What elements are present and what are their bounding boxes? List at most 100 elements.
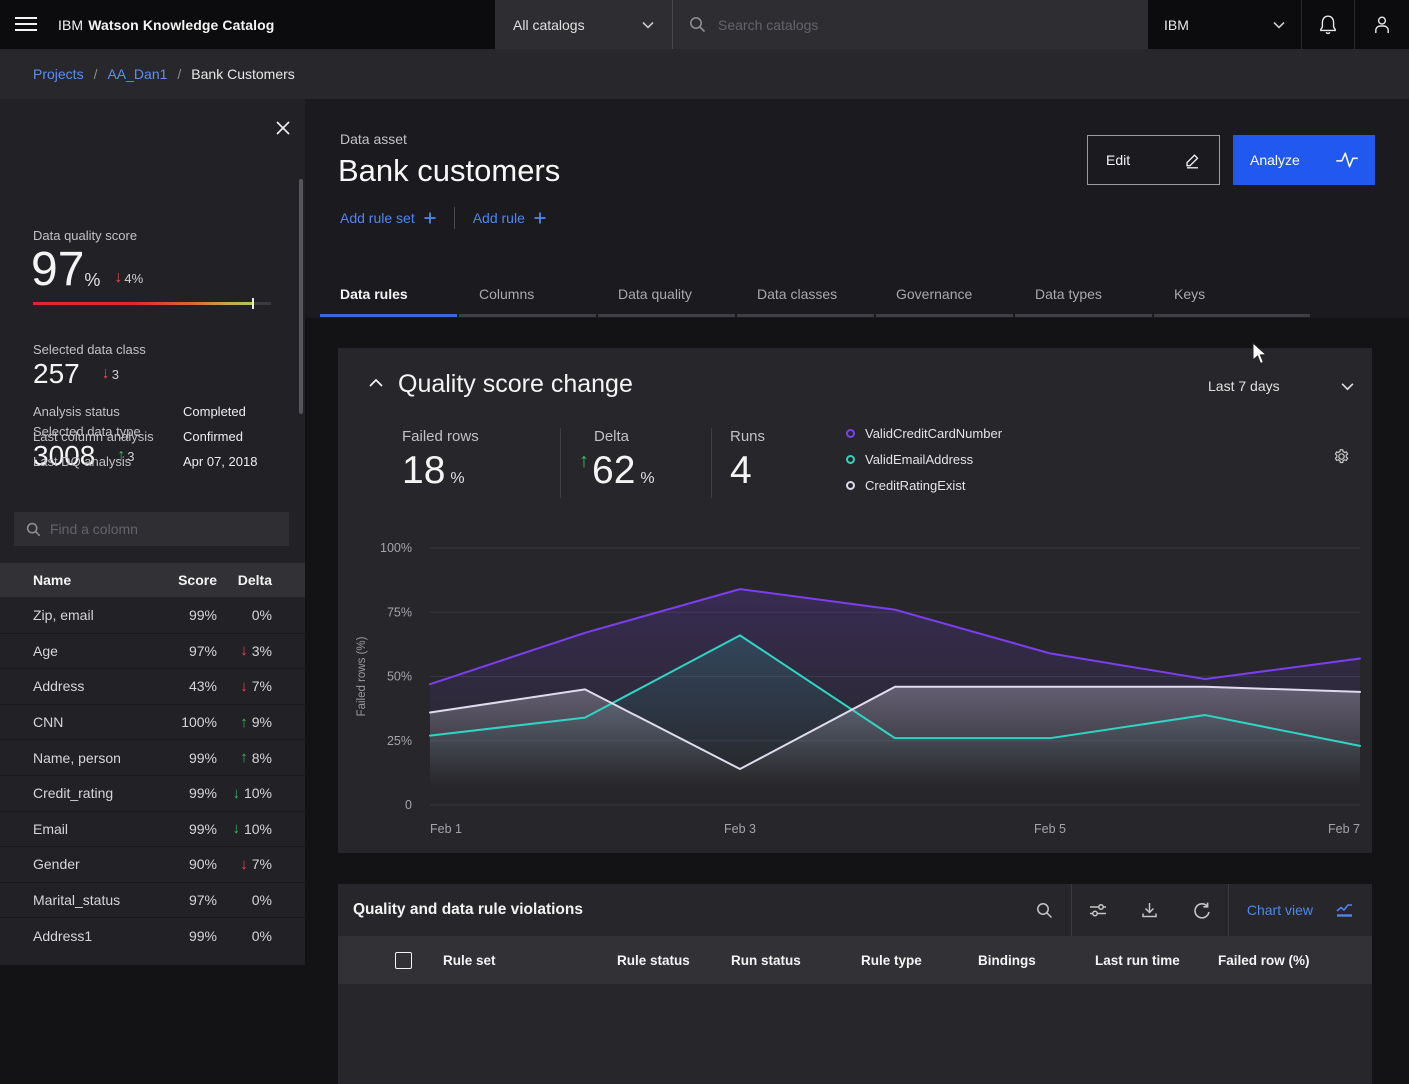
catalog-scope-dropdown[interactable]: All catalogs bbox=[495, 0, 672, 49]
edit-button-label: Edit bbox=[1106, 152, 1130, 168]
tab-keys[interactable]: Keys bbox=[1154, 270, 1312, 317]
quality-score-label: Data quality score bbox=[33, 228, 137, 243]
column-score-row[interactable]: Email 99% ↓10% bbox=[0, 811, 305, 847]
column-delta: 9% bbox=[252, 714, 272, 730]
column-score-row[interactable]: Name, person 99% ↑8% bbox=[0, 739, 305, 775]
column-score: 43% bbox=[155, 678, 217, 694]
stat-unit: % bbox=[450, 471, 464, 490]
legend-item: CreditRatingExist bbox=[846, 478, 1002, 493]
user-profile-button[interactable] bbox=[1354, 0, 1409, 49]
column-score-row[interactable]: Age 97% ↓3% bbox=[0, 633, 305, 669]
chart-view-label: Chart view bbox=[1247, 902, 1313, 918]
tab-data-types[interactable]: Data types bbox=[1015, 270, 1154, 317]
column-score-row[interactable]: Address1 99% 0% bbox=[0, 917, 305, 953]
column-delta: 0% bbox=[252, 892, 272, 908]
notifications-button[interactable] bbox=[1301, 0, 1354, 49]
date-range-dropdown[interactable]: Last 7 days bbox=[1208, 378, 1354, 394]
column-score-row[interactable]: Address 43% ↓7% bbox=[0, 668, 305, 704]
stat-value: 62 bbox=[592, 451, 635, 490]
breadcrumb-project-link[interactable]: AA_Dan1 bbox=[107, 66, 167, 82]
legend-item: ValidEmailAddress bbox=[846, 452, 1002, 467]
meta-label: Last DQ analysis bbox=[33, 449, 183, 474]
column-name: Address1 bbox=[0, 928, 155, 944]
search-icon bbox=[26, 522, 41, 537]
menu-icon[interactable] bbox=[15, 13, 37, 35]
stat-value: 18 bbox=[402, 451, 445, 490]
column-name: Name, person bbox=[0, 750, 155, 766]
trend-down-icon: ↓ bbox=[114, 270, 122, 286]
table-search-button[interactable] bbox=[1019, 884, 1071, 936]
violations-column-rule-set[interactable]: Rule set bbox=[412, 953, 617, 968]
tab-data-classes[interactable]: Data classes bbox=[737, 270, 876, 317]
meta-value: Confirmed bbox=[183, 424, 243, 449]
breadcrumb-projects-link[interactable]: Projects bbox=[33, 66, 84, 82]
tab-label: Data rules bbox=[340, 286, 408, 302]
svg-text:Failed rows (%): Failed rows (%) bbox=[356, 636, 368, 716]
column-score-row[interactable]: Zip, email 99% 0% bbox=[0, 597, 305, 633]
refresh-icon bbox=[1193, 901, 1211, 919]
violations-column-rule-status[interactable]: Rule status bbox=[617, 953, 731, 968]
download-button[interactable] bbox=[1124, 884, 1176, 936]
violations-column-run-status[interactable]: Run status bbox=[731, 953, 861, 968]
tab-columns[interactable]: Columns bbox=[459, 270, 598, 317]
download-icon bbox=[1141, 902, 1158, 919]
analysis-meta-row: Analysis status Completed bbox=[33, 399, 281, 424]
brand-name: Watson Knowledge Catalog bbox=[88, 17, 274, 33]
tab-data-quality[interactable]: Data quality bbox=[598, 270, 737, 317]
tab-data-rules[interactable]: Data rules bbox=[320, 270, 459, 317]
column-name: Credit_rating bbox=[0, 785, 155, 801]
header-delta: Delta bbox=[217, 572, 305, 588]
search-input[interactable] bbox=[718, 17, 1132, 33]
reset-refresh-button[interactable] bbox=[1176, 884, 1228, 936]
violations-column-last-run-time[interactable]: Last run time bbox=[1095, 953, 1218, 968]
account-dropdown[interactable]: IBM bbox=[1148, 0, 1301, 49]
tab-label: Keys bbox=[1174, 286, 1205, 302]
trend-down-icon: ↓ bbox=[102, 366, 110, 382]
tab-governance[interactable]: Governance bbox=[876, 270, 1015, 317]
column-score: 90% bbox=[155, 856, 217, 872]
svg-text:100%: 100% bbox=[380, 541, 412, 555]
analyze-button[interactable]: Analyze bbox=[1233, 135, 1375, 185]
find-column-input[interactable] bbox=[50, 521, 277, 537]
column-delta: 0% bbox=[252, 607, 272, 623]
column-delta: 3% bbox=[252, 643, 272, 659]
chart-view-toggle[interactable]: Chart view bbox=[1229, 902, 1372, 919]
collapse-chevron-icon[interactable] bbox=[368, 378, 384, 388]
breadcrumb-separator: / bbox=[177, 66, 181, 82]
column-score: 99% bbox=[155, 750, 217, 766]
quality-score-value: 97 bbox=[31, 246, 84, 294]
chevron-down-icon bbox=[1273, 21, 1285, 29]
add-rule-button[interactable]: Add rule bbox=[473, 210, 546, 226]
column-score-row[interactable]: Gender 90% ↓7% bbox=[0, 846, 305, 882]
column-name: CNN bbox=[0, 714, 155, 730]
plus-icon bbox=[424, 212, 436, 224]
column-score-row[interactable]: Credit_rating 99% ↓10% bbox=[0, 775, 305, 811]
column-score-row[interactable]: Marital_status 97% 0% bbox=[0, 882, 305, 918]
close-icon[interactable] bbox=[272, 117, 294, 139]
select-all-checkbox[interactable] bbox=[395, 952, 412, 969]
column-scores-header: Name Score Delta bbox=[0, 563, 305, 597]
column-name: Zip, email bbox=[0, 607, 155, 623]
column-score-row[interactable]: CNN 100% ↑9% bbox=[0, 704, 305, 740]
trend-down-icon: ↓ bbox=[240, 679, 248, 694]
svg-text:25%: 25% bbox=[387, 734, 412, 748]
chevron-down-icon bbox=[642, 21, 654, 29]
filter-settings-button[interactable] bbox=[1072, 884, 1124, 936]
sidebar-scrollbar[interactable] bbox=[299, 179, 303, 414]
asset-header: Data asset Bank customers Add rule set A… bbox=[305, 99, 1409, 318]
edit-button[interactable]: Edit bbox=[1087, 135, 1220, 185]
asset-eyebrow: Data asset bbox=[340, 131, 407, 147]
activity-icon bbox=[1336, 151, 1358, 169]
tab-label: Columns bbox=[479, 286, 534, 302]
account-value: IBM bbox=[1164, 17, 1189, 33]
meta-value: Apr 07, 2018 bbox=[183, 449, 257, 474]
violations-panel: Quality and data rule violations Chart v… bbox=[338, 884, 1372, 1084]
meta-label: Last column analysis bbox=[33, 424, 183, 449]
violations-column-failed-row-[interactable]: Failed row (%) bbox=[1218, 953, 1310, 968]
trend-up-icon: ↑ bbox=[579, 451, 589, 471]
column-scores-table: Name Score Delta Zip, email 99% 0% Age 9… bbox=[0, 563, 305, 953]
gear-icon[interactable] bbox=[1333, 448, 1350, 465]
violations-column-rule-type[interactable]: Rule type bbox=[861, 953, 978, 968]
violations-column-bindings[interactable]: Bindings bbox=[978, 953, 1095, 968]
add-rule-set-button[interactable]: Add rule set bbox=[340, 210, 436, 226]
